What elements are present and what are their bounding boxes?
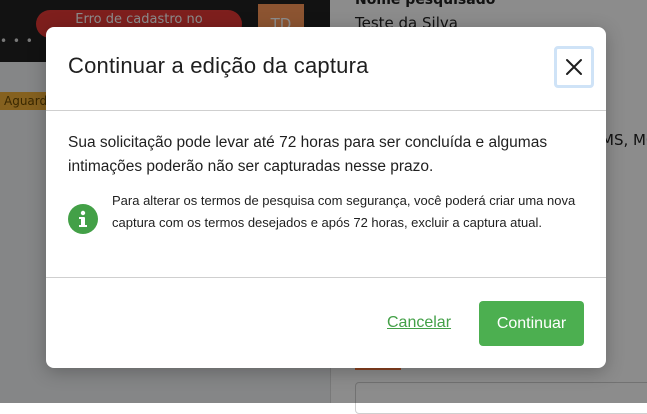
dialog-title: Continuar a edição da captura [68,53,369,78]
dialog-body: Sua solicitação pode levar até 72 horas … [46,111,606,278]
continue-button[interactable]: Continuar [479,301,584,346]
cancel-link[interactable]: Cancelar [387,314,451,332]
dialog-header: Continuar a edição da captura [46,27,606,111]
close-button[interactable] [554,46,594,88]
info-icon [68,204,98,234]
main-message: Sua solicitação pode levar até 72 horas … [68,134,548,175]
dialog-footer: Cancelar Continuar [46,278,606,368]
info-message: Para alterar os termos de pesquisa com s… [112,193,576,230]
confirm-edit-dialog: Continuar a edição da captura Sua solici… [46,27,606,368]
close-icon [566,59,582,75]
